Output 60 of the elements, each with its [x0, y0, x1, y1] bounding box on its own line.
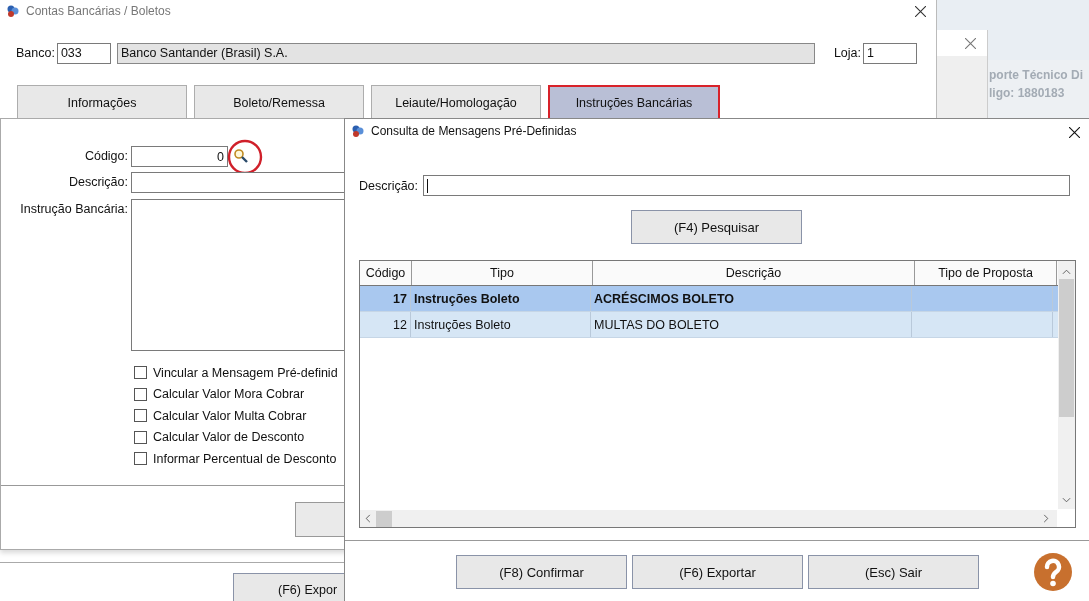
bank-code-field[interactable]: 033	[56, 42, 111, 64]
background-text: porte Técnico Di	[989, 68, 1084, 82]
bank-name-field: Banco Santander (Brasil) S.A.	[116, 42, 815, 64]
dialog-button[interactable]: (F8) Confirmar	[456, 555, 627, 589]
checkbox-label: Vincular a Mensagem Pré-definid	[153, 365, 338, 380]
close-icon[interactable]	[915, 6, 926, 17]
field-label: Descrição:	[359, 178, 419, 193]
tab[interactable]: Leiaute/Homologação	[371, 85, 541, 120]
description-field[interactable]	[131, 172, 345, 193]
scroll-right-icon[interactable]	[1043, 514, 1049, 523]
column-header[interactable]: Código	[360, 261, 412, 285]
table-cell: 17	[360, 286, 411, 311]
vertical-scrollbar[interactable]	[1058, 261, 1075, 509]
scroll-up-icon[interactable]	[1062, 269, 1071, 275]
tab[interactable]: Boleto/Remessa	[194, 85, 364, 120]
highlight-circle	[227, 139, 263, 175]
search-button[interactable]: (F4) Pesquisar	[631, 210, 802, 244]
checkbox-label: Calcular Valor de Desconto	[153, 430, 305, 445]
field-label: Descrição:	[67, 175, 129, 189]
scroll-down-icon[interactable]	[1062, 497, 1071, 503]
column-header[interactable]: Tipo de Proposta	[915, 261, 1057, 285]
close-icon[interactable]	[1069, 127, 1080, 138]
table-cell: Instruções Boleto	[411, 312, 591, 337]
window-title: Contas Bancárias / Boletos	[26, 4, 171, 18]
horizontal-scrollbar[interactable]	[360, 510, 1057, 527]
field-label: Instrução Bancária:	[19, 202, 129, 216]
column-header[interactable]: Tipo	[412, 261, 593, 285]
app-logo-icon	[6, 4, 20, 18]
field-label: Loja:	[833, 46, 862, 60]
checkbox[interactable]	[134, 409, 147, 423]
search-icon[interactable]	[233, 148, 249, 164]
dialog-button[interactable]: (Esc) Sair	[808, 555, 979, 589]
help-icon[interactable]	[1033, 552, 1073, 592]
scroll-left-icon[interactable]	[365, 514, 371, 523]
store-field[interactable]: 1	[863, 42, 918, 64]
table-cell: ACRÉSCIMOS BOLETO	[591, 286, 912, 311]
table-cell: Instruções Boleto	[411, 286, 591, 311]
description-search-field[interactable]	[423, 175, 1071, 196]
table-cell: 12	[360, 312, 411, 337]
export-button[interactable]: (F6) Expor	[233, 573, 345, 601]
dialog-title: Consulta de Mensagens Pré-Definidas	[371, 124, 577, 138]
column-header[interactable]: Descrição	[593, 261, 915, 285]
checkbox[interactable]	[134, 430, 147, 444]
field-label: Banco:	[16, 46, 55, 60]
checkbox[interactable]	[134, 366, 147, 380]
tab[interactable]: Instruções Bancárias	[548, 85, 720, 120]
tab[interactable]: Informações	[17, 85, 187, 120]
checkbox-label: Informar Percentual de Desconto	[153, 451, 337, 466]
checkbox[interactable]	[134, 452, 147, 466]
background-text: ligo: 1880183	[989, 86, 1066, 100]
checkbox[interactable]	[134, 387, 147, 401]
dialog-button[interactable]: (F6) Exportar	[632, 555, 803, 589]
table-cell: MULTAS DO BOLETO	[591, 312, 912, 337]
instruction-textarea[interactable]	[131, 199, 345, 351]
scroll-thumb[interactable]	[376, 510, 392, 527]
app-logo-icon	[351, 124, 365, 138]
code-field[interactable]: 0	[131, 146, 228, 167]
checkbox-label: Calcular Valor Mora Cobrar	[153, 387, 305, 402]
checkbox-label: Calcular Valor Multa Cobrar	[153, 408, 307, 423]
field-label: Código:	[83, 149, 129, 163]
